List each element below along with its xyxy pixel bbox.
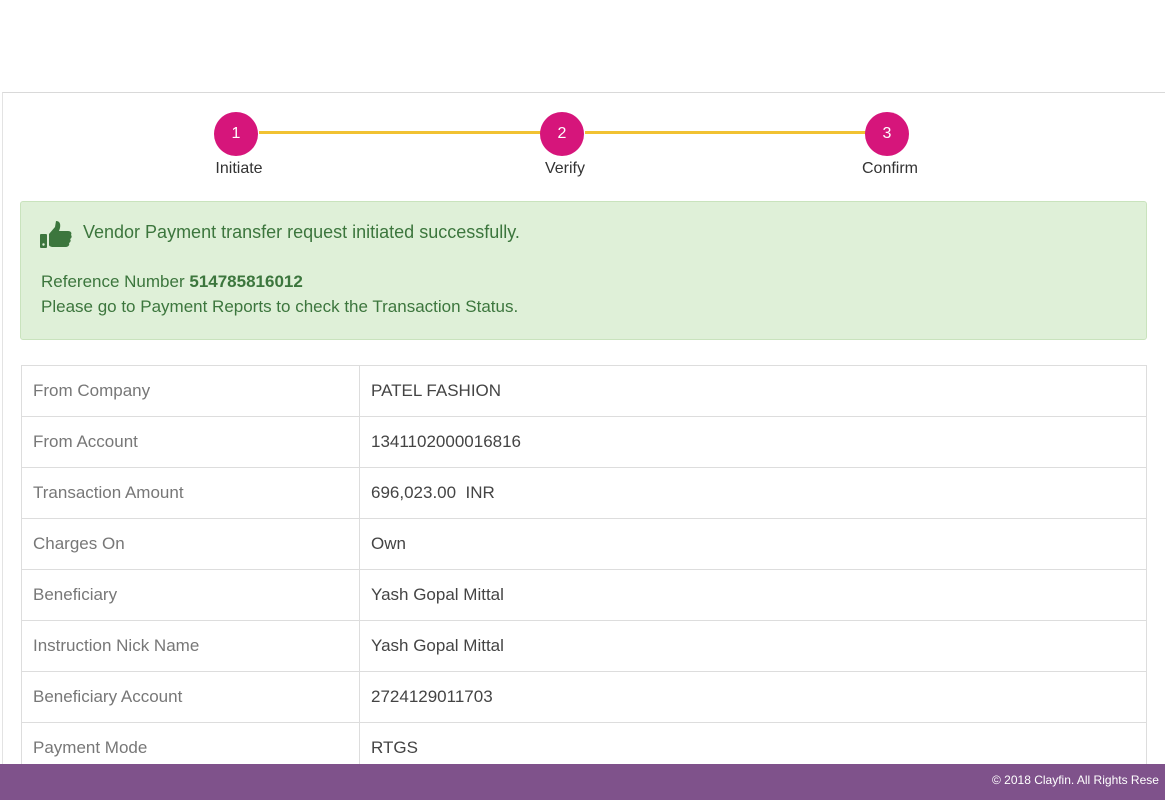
step-circle-verify: 2 [540,112,584,156]
step-label-confirm: Confirm [861,160,918,177]
instruction-nick-name-label: Instruction Nick Name [21,620,360,672]
charges-on-label: Charges On [21,518,360,570]
reference-line: Reference Number 514785816012 [41,272,303,292]
table-row: Instruction Nick Name Yash Gopal Mittal [21,620,1147,672]
thumbs-up-icon [39,220,73,252]
step-connector-2-3 [585,131,867,134]
table-row: From Company PATEL FASHION [21,365,1147,417]
table-row: From Account 1341102000016816 [21,416,1147,468]
beneficiary-value: Yash Gopal Mittal [359,569,1147,621]
page-footer: © 2018 Clayfin. All Rights Rese [0,764,1165,800]
table-row: Payment Mode RTGS [21,722,1147,764]
step-circle-confirm: 3 [865,112,909,156]
beneficiary-account-label: Beneficiary Account [21,671,360,723]
step-label-verify: Verify [544,160,585,177]
from-company-label: From Company [21,365,360,417]
transaction-details-table: From Company PATEL FASHION From Account … [21,365,1147,764]
success-message: Vendor Payment transfer request initiate… [83,222,520,242]
progress-stepper: 1 Initiate 2 Verify 3 Confirm [3,93,1165,193]
confirmation-panel: 1 Initiate 2 Verify 3 Confirm Vendor Pay… [2,92,1165,764]
from-account-value: 1341102000016816 [359,416,1147,468]
top-header-area [0,0,1165,92]
copyright-text: © 2018 Clayfin. All Rights Rese [992,773,1159,787]
step-label-initiate: Initiate [215,160,263,177]
charges-on-value: Own [359,518,1147,570]
reference-label: Reference Number [41,272,185,291]
beneficiary-label: Beneficiary [21,569,360,621]
table-row: Transaction Amount 696,023.00 INR [21,467,1147,519]
step-connector-1-2 [259,131,541,134]
payment-mode-value: RTGS [359,722,1147,764]
success-alert: Vendor Payment transfer request initiate… [20,201,1147,340]
from-company-value: PATEL FASHION [359,365,1147,417]
payment-mode-label: Payment Mode [21,722,360,764]
transaction-amount-label: Transaction Amount [21,467,360,519]
transaction-amount-value: 696,023.00 INR [359,467,1147,519]
table-row: Beneficiary Account 2724129011703 [21,671,1147,723]
reference-number: 514785816012 [189,272,303,291]
beneficiary-account-value: 2724129011703 [359,671,1147,723]
table-row: Beneficiary Yash Gopal Mittal [21,569,1147,621]
instruction-nick-name-value: Yash Gopal Mittal [359,620,1147,672]
from-account-label: From Account [21,416,360,468]
step-circle-initiate: 1 [214,112,258,156]
status-note: Please go to Payment Reports to check th… [41,297,519,316]
table-row: Charges On Own [21,518,1147,570]
